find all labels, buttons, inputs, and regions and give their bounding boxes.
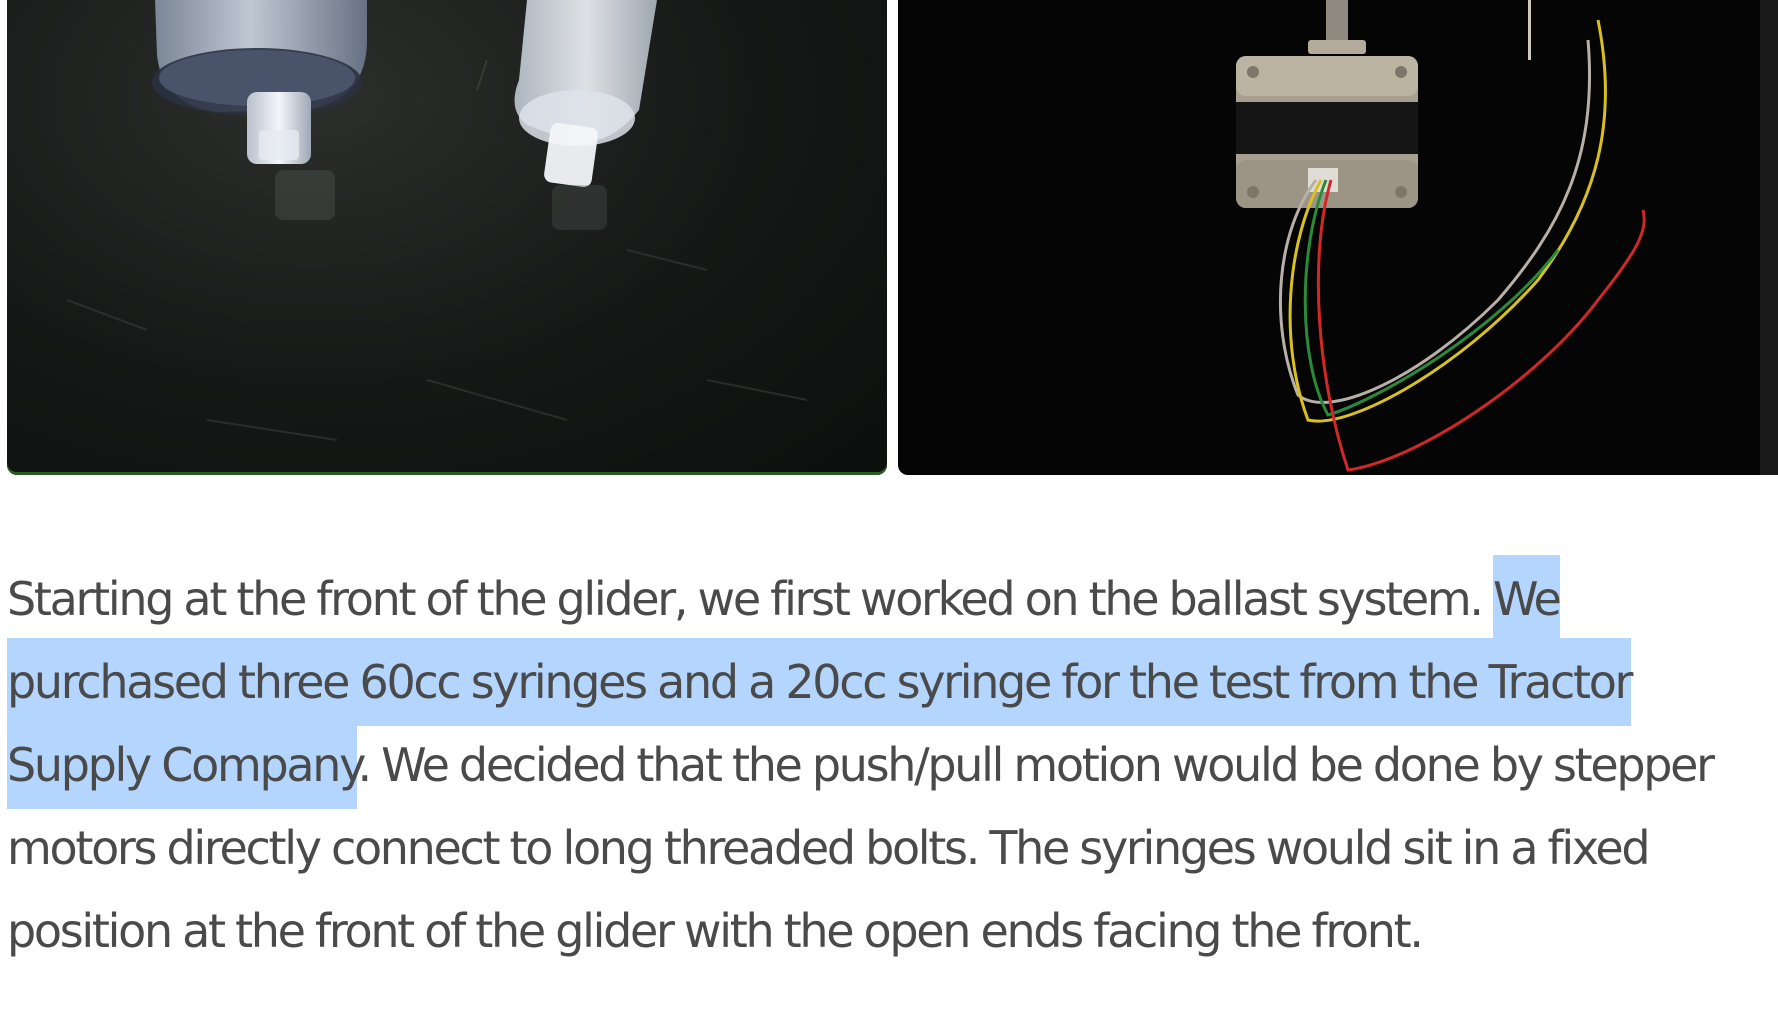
syringes-illustration xyxy=(66,0,808,441)
syringes-photo xyxy=(7,0,887,475)
paragraph-text-start: Starting at the front of the glider, we … xyxy=(7,572,1494,626)
article-paragraph[interactable]: Starting at the front of the glider, we … xyxy=(7,555,1778,973)
stepper-motor-illustration xyxy=(1236,0,1778,475)
stepper-motor-photo xyxy=(898,0,1778,475)
